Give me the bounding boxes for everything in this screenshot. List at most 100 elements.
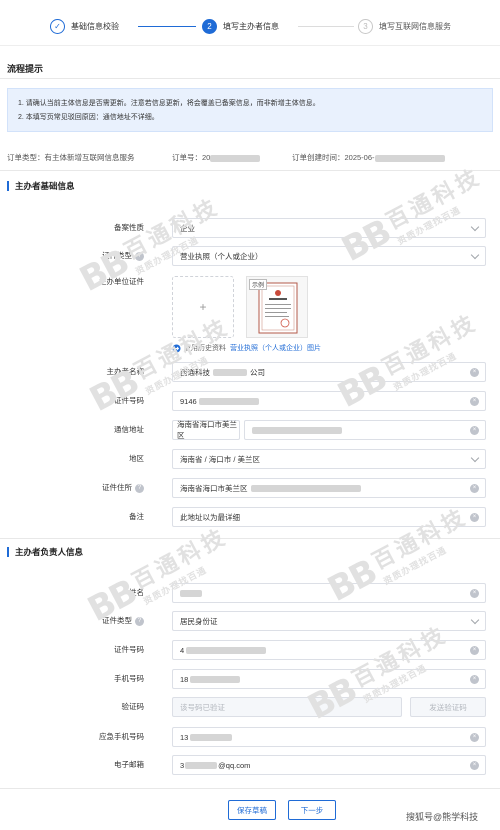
reuse-text: 复用历史资料 <box>184 345 226 352</box>
row-filing-nature: 备案性质 企业 <box>0 218 500 238</box>
cert-type-value: 营业执照（个人或企业） <box>180 251 263 261</box>
clear-icon[interactable]: × <box>470 368 479 377</box>
leader-cert-type-label: 证件类型 <box>102 616 132 625</box>
leader-name-label: 姓名 <box>129 588 144 597</box>
row-cert-type: 证件类型? 营业执照（个人或企业） <box>0 246 500 266</box>
cert-address-label-wrap: 证件住所? <box>102 478 144 498</box>
chevron-down-icon <box>470 615 480 625</box>
leader-cert-type-value: 居民身份证 <box>180 616 218 626</box>
step-connector-2 <box>298 26 354 27</box>
redacted <box>250 484 361 492</box>
redacted <box>252 426 342 434</box>
redacted <box>374 154 445 162</box>
step-bar: ✓ 基础信息校验 2 填写主办者信息 3 填写互联网信息服务 <box>0 0 500 46</box>
cert-type-select[interactable]: 营业执照（个人或企业） <box>172 246 486 266</box>
row-email: 电子邮箱 3 @qq.com × <box>0 755 500 775</box>
redacted <box>185 761 218 769</box>
leader-name-input[interactable]: × <box>172 583 486 603</box>
emergency-phone-input[interactable]: 13 × <box>172 727 486 747</box>
plus-icon: + <box>199 300 207 314</box>
leader-cert-number-input[interactable]: 4 × <box>172 640 486 660</box>
remark-input[interactable]: 此地址以为最详细 × <box>172 507 486 527</box>
question-icon[interactable]: ? <box>135 251 144 261</box>
redacted <box>210 154 261 162</box>
cert-address-input[interactable]: 海南省海口市美兰区 × <box>172 478 486 498</box>
email-value-a: 3 <box>180 760 185 770</box>
address-detail-input[interactable]: × <box>244 420 486 440</box>
reuse-link[interactable]: 营业执照（个人或企业）图片 <box>230 343 321 353</box>
address-prefix: 海南省海口市美兰区 <box>177 420 237 440</box>
sponsor-name-value-a: 西通科技 <box>180 367 210 377</box>
filing-nature-select[interactable]: 企业 <box>172 218 486 238</box>
region-label: 地区 <box>129 454 144 463</box>
verify-code-placeholder: 该号码已验证 <box>180 702 225 712</box>
cert-address-value: 海南省海口市美兰区 <box>180 483 248 493</box>
step-connector-1 <box>138 26 196 27</box>
row-sponsor-name: 主办者名称 西通科技 公司 × <box>0 362 500 382</box>
order-type: 订单类型：有主体新增互联网信息服务 <box>7 153 135 162</box>
clear-icon[interactable]: × <box>470 484 479 493</box>
region-select[interactable]: 海南省 / 海口市 / 美兰区 <box>172 449 486 469</box>
cert-number-input[interactable]: 9146 × <box>172 391 486 411</box>
leader-cert-type-label-wrap: 证件类型? <box>102 611 144 631</box>
sample-tag: 示例 <box>249 279 268 290</box>
remark-value: 此地址以为最详细 <box>180 512 240 522</box>
clear-icon[interactable]: × <box>470 513 479 522</box>
row-address: 通信地址 海南省海口市美兰区 × <box>0 420 500 440</box>
redacted <box>190 675 241 683</box>
emergency-phone-value: 13 <box>180 732 189 742</box>
step-1-label: 基础信息校验 <box>71 21 119 31</box>
step-3-label: 填写互联网信息服务 <box>379 21 451 31</box>
step-2-number: 2 <box>202 18 217 34</box>
row-cert-number: 证件号码 9146 × <box>0 391 500 411</box>
cert-upload-label: 主办单位证件 <box>99 277 144 286</box>
question-icon[interactable]: ? <box>135 616 144 626</box>
clear-icon[interactable]: × <box>470 761 479 770</box>
chevron-down-icon <box>470 222 480 232</box>
watermark-line2: 资质办理找百通 <box>381 544 449 587</box>
order-number-text: 订单号：20 <box>172 153 211 162</box>
row-remark: 备注 此地址以为最详细 × <box>0 507 500 527</box>
address-label: 通信地址 <box>114 425 144 434</box>
phone-label: 手机号码 <box>114 674 144 683</box>
order-number: 订单号：20 <box>172 152 261 163</box>
redacted <box>186 646 267 654</box>
phone-value: 18 <box>180 674 189 684</box>
leader-cert-type-select[interactable]: 居民身份证 <box>172 611 486 631</box>
phone-input[interactable]: 18 × <box>172 669 486 689</box>
chevron-down-icon <box>470 453 480 463</box>
row-verify-code: 验证码 该号码已验证 发送验证码 <box>0 697 500 717</box>
clear-icon[interactable]: × <box>470 733 479 742</box>
clear-icon[interactable]: × <box>470 646 479 655</box>
region-value: 海南省 / 海口市 / 美兰区 <box>180 454 261 464</box>
notice-box: 1. 请确认当前主体信息是否需更新。注意若信息更新，将会覆盖已备案信息，而非新增… <box>7 88 493 132</box>
cert-address-label: 证件住所 <box>102 483 132 492</box>
step-3: 3 填写互联网信息服务 <box>358 18 451 34</box>
question-icon[interactable]: ? <box>135 483 144 493</box>
order-created-text: 订单创建时间：2025-06- <box>292 153 375 162</box>
remark-label: 备注 <box>129 512 144 521</box>
verify-code-input[interactable]: 该号码已验证 <box>172 697 402 717</box>
source-credit: 搜狐号@熊学科技 <box>406 812 479 822</box>
clear-icon[interactable]: × <box>470 426 479 435</box>
email-label: 电子邮箱 <box>114 760 144 769</box>
section-title-leader: 主办者负责人信息 <box>7 547 83 557</box>
email-input[interactable]: 3 @qq.com × <box>172 755 486 775</box>
clear-icon[interactable]: × <box>470 589 479 598</box>
redacted <box>198 397 259 405</box>
step-1: ✓ 基础信息校验 <box>50 18 119 34</box>
upload-area[interactable]: + <box>172 276 234 338</box>
step-3-number: 3 <box>358 18 373 34</box>
divider <box>0 78 500 79</box>
row-phone: 手机号码 18 × <box>0 669 500 689</box>
reuse-history: 复用历史资料 营业执照（个人或企业）图片 <box>172 343 321 353</box>
clear-icon[interactable]: × <box>470 397 479 406</box>
send-code-button[interactable]: 发送验证码 <box>410 697 486 717</box>
sponsor-name-input[interactable]: 西通科技 公司 × <box>172 362 486 382</box>
row-leader-cert-type: 证件类型? 居民身份证 <box>0 611 500 631</box>
next-button[interactable]: 下一步 <box>288 800 336 820</box>
save-draft-button[interactable]: 保存草稿 <box>228 800 276 820</box>
email-value-b: @qq.com <box>218 760 251 770</box>
clear-icon[interactable]: × <box>470 675 479 684</box>
divider <box>0 170 500 171</box>
